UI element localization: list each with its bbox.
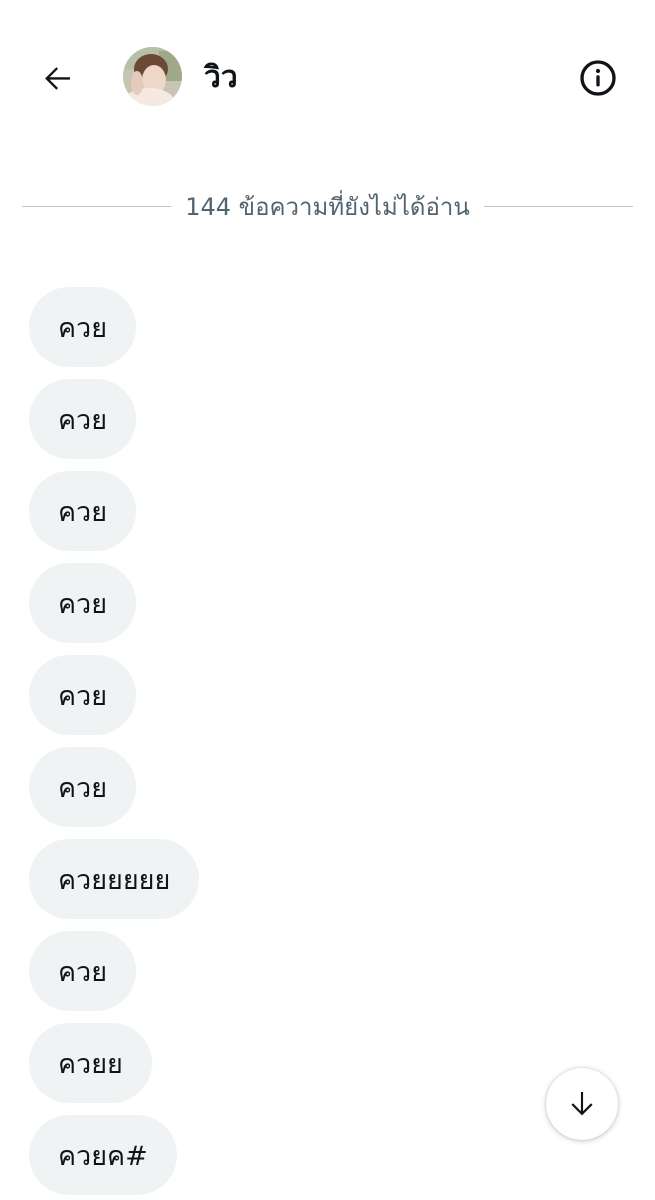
contact-avatar[interactable]	[123, 47, 182, 106]
message-bubble[interactable]: ควย	[29, 471, 137, 551]
dm-conversation-screen: วิว 144 ข้อความที่ยังไม่ได้อ่าน ควย ควย …	[0, 0, 655, 1200]
conversation-header: วิว	[0, 0, 655, 150]
message-bubble[interactable]: ควยย	[29, 1023, 152, 1103]
message-bubble[interactable]: ควย	[29, 931, 137, 1011]
unread-messages-divider: 144 ข้อความที่ยังไม่ได้อ่าน	[22, 188, 633, 224]
divider-line-right	[483, 205, 633, 207]
unread-count-label: 144 ข้อความที่ยังไม่ได้อ่าน	[185, 192, 470, 221]
contact-name[interactable]: วิว	[204, 58, 238, 98]
message-bubble[interactable]: ควย	[29, 287, 137, 367]
message-bubble[interactable]: ควย	[29, 563, 137, 643]
back-button[interactable]	[30, 50, 86, 106]
arrow-left-icon	[45, 67, 70, 90]
arrow-down-icon	[571, 1091, 593, 1116]
message-bubble[interactable]: ควย	[29, 747, 137, 827]
divider-line-left	[22, 205, 172, 207]
avatar-photo	[123, 47, 182, 106]
message-bubble[interactable]: ควยยยยย	[29, 839, 200, 919]
message-bubble[interactable]: ควยค#	[29, 1115, 177, 1195]
message-list: ควย ควย ควย ควย ควย ควย ควยยยยย ควย ควยย…	[29, 287, 629, 1195]
info-circle-icon	[580, 60, 616, 96]
scroll-to-bottom-button[interactable]	[546, 1068, 618, 1140]
conversation-info-button[interactable]	[570, 50, 626, 106]
message-bubble[interactable]: ควย	[29, 655, 137, 735]
message-bubble[interactable]: ควย	[29, 379, 137, 459]
